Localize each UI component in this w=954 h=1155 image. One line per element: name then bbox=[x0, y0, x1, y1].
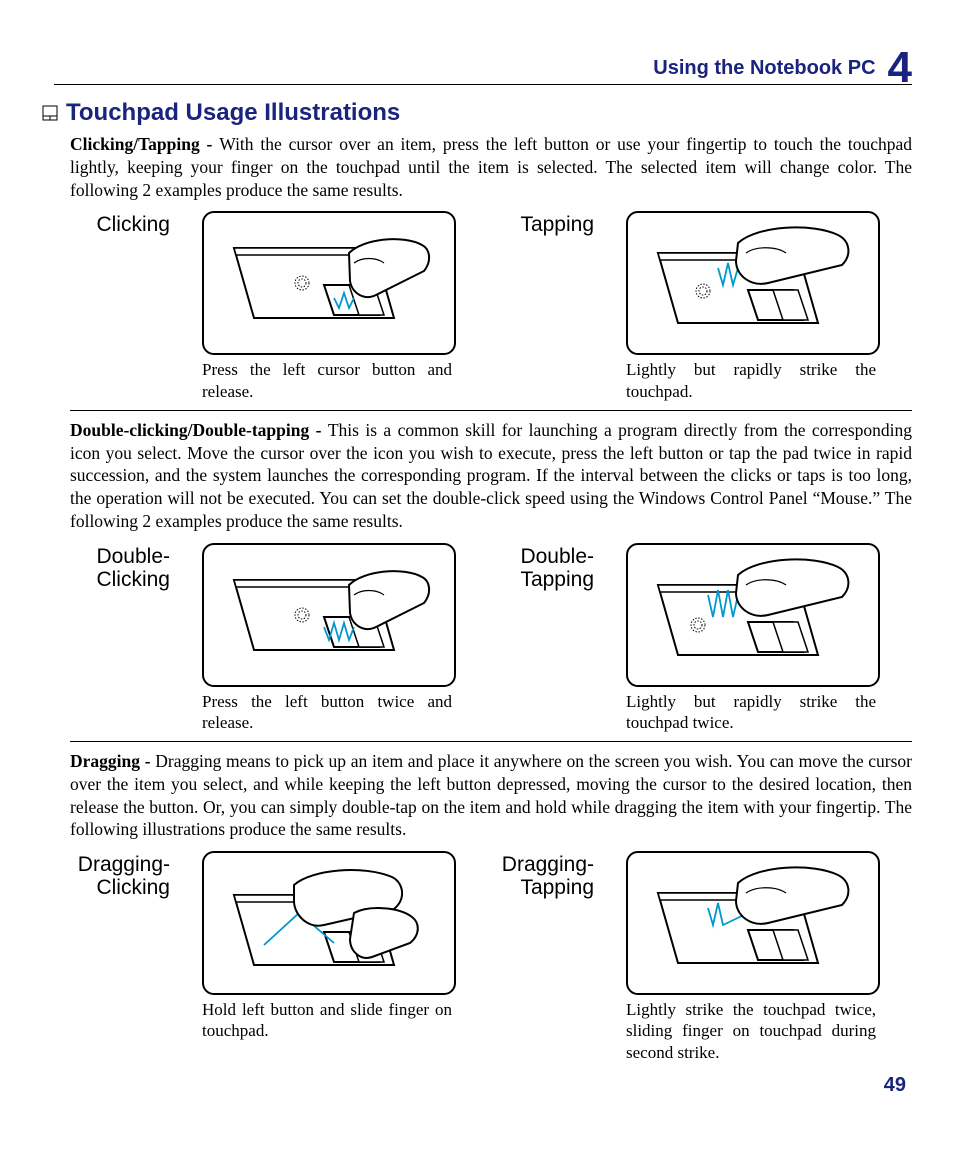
label-dragging-clicking: Dragging- Clicking bbox=[70, 851, 170, 899]
section-heading-row: Touchpad Usage Illustrations bbox=[42, 99, 912, 127]
chapter-number: 4 bbox=[888, 46, 912, 90]
label-double-tapping: Double- Tapping bbox=[484, 543, 594, 591]
caption-clicking: Press the left cursor button and release… bbox=[202, 359, 452, 402]
double-lead: Double-clicking/Double-tapping - bbox=[70, 420, 328, 440]
figure-clicking bbox=[202, 211, 456, 355]
drag-paragraph: Dragging - Dragging means to pick up an … bbox=[70, 750, 912, 841]
figure-dragging-clicking bbox=[202, 851, 456, 995]
manual-page: Using the Notebook PC 4 Touchpad Usage I… bbox=[0, 0, 954, 1155]
caption-double-clicking: Press the left button twice and release. bbox=[202, 691, 452, 734]
divider bbox=[70, 741, 912, 742]
click-tap-examples: Clicking Tapping bbox=[70, 211, 912, 402]
drag-body: Dragging means to pick up an item and pl… bbox=[70, 751, 912, 839]
click-tap-lead: Clicking/Tapping - bbox=[70, 134, 219, 154]
double-examples: Double- Clicking Double- Tapping bbox=[70, 543, 912, 734]
header-title: Using the Notebook PC bbox=[653, 57, 875, 80]
drag-lead: Dragging - bbox=[70, 751, 155, 771]
figure-tapping bbox=[626, 211, 880, 355]
drag-examples: Dragging- Clicking Dragging- Tapping bbox=[70, 851, 912, 1063]
divider bbox=[70, 410, 912, 411]
figure-double-clicking bbox=[202, 543, 456, 687]
page-number: 49 bbox=[884, 1074, 906, 1097]
touchpad-icon bbox=[42, 105, 58, 121]
click-tap-paragraph: Clicking/Tapping - With the cursor over … bbox=[70, 133, 912, 201]
label-double-clicking: Double- Clicking bbox=[70, 543, 170, 591]
label-clicking: Clicking bbox=[70, 211, 170, 236]
label-tapping: Tapping bbox=[484, 211, 594, 236]
caption-dragging-tapping: Lightly strike the touchpad twice, slidi… bbox=[626, 999, 876, 1063]
label-dragging-tapping: Dragging- Tapping bbox=[484, 851, 594, 899]
caption-dragging-clicking: Hold left button and slide finger on tou… bbox=[202, 999, 452, 1042]
section-heading: Touchpad Usage Illustrations bbox=[66, 99, 400, 127]
caption-double-tapping: Lightly but rapidly strike the touchpad … bbox=[626, 691, 876, 734]
caption-tapping: Lightly but rapidly strike the touchpad. bbox=[626, 359, 876, 402]
page-header: Using the Notebook PC 4 bbox=[54, 40, 912, 85]
figure-dragging-tapping bbox=[626, 851, 880, 995]
double-paragraph: Double-clicking/Double-tapping - This is… bbox=[70, 419, 912, 533]
figure-double-tapping bbox=[626, 543, 880, 687]
